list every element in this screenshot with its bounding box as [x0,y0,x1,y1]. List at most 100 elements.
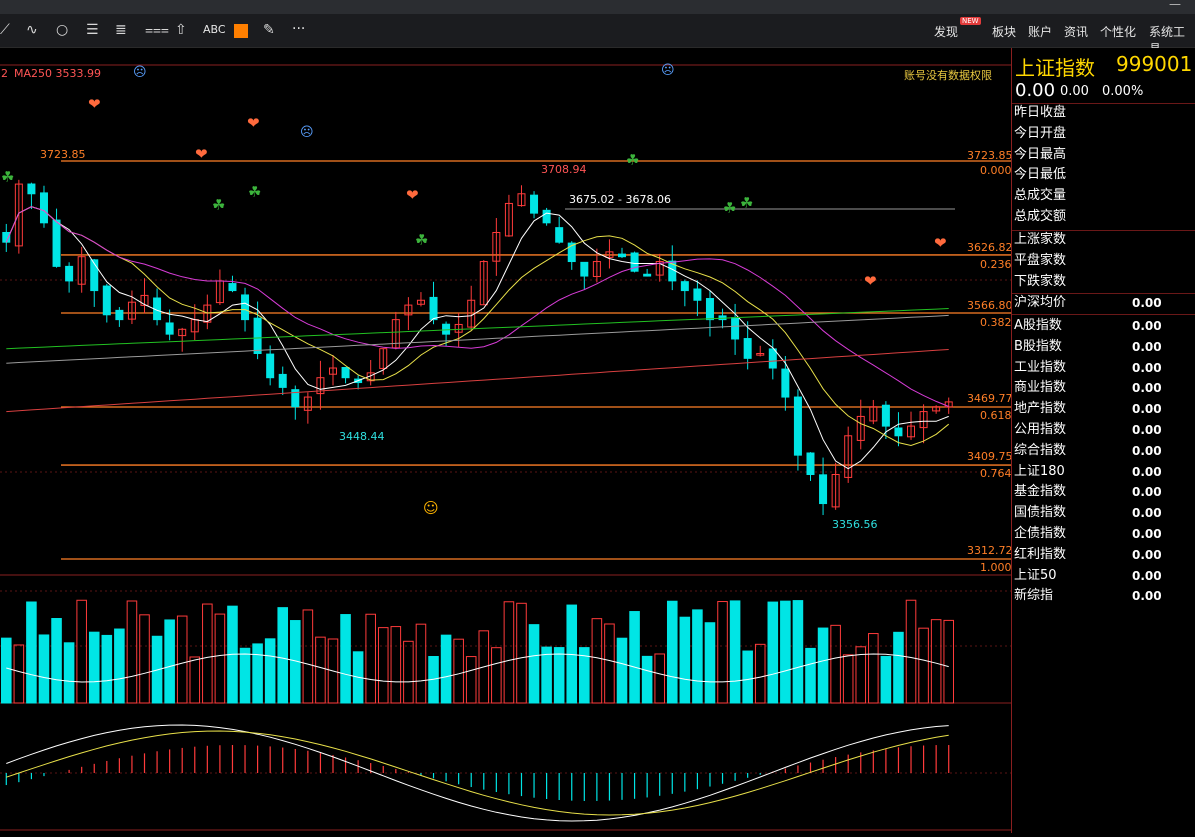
fib-ratio-3: 0.618 [980,409,1012,422]
kline-chart[interactable] [0,48,1011,833]
breadth-row-label: 平盘家数 [1014,253,1067,268]
ma5-line [5,206,949,470]
volume-bar [830,624,841,704]
heart-icon: ❤ [195,145,208,163]
quote-row-label: 今日开盘 [1014,126,1067,141]
index-row-label[interactable]: 公用指数 [1014,420,1066,440]
volume-bar [792,600,804,704]
parallel-tool-icon[interactable]: ≣ [115,22,127,38]
arrow-up-tool-icon[interactable]: ⇧ [175,22,187,38]
index-row-label[interactable]: A股指数 [1014,316,1062,336]
candle-body [253,317,262,354]
more-tools-button[interactable]: ··· [292,21,305,37]
menu-account[interactable]: 账户 [1028,23,1052,40]
fib-price-5: 3312.72 [967,544,1013,557]
money-bag-icon: ☘ [723,199,737,217]
volume-bar [905,599,917,704]
volume-bar [805,647,816,704]
ma-prefix-label: 2 [1,67,8,80]
index-row-label[interactable]: 工业指数 [1014,358,1066,378]
quote-row-label: 总成交额 [1014,209,1067,224]
volume-bar [717,601,728,704]
volume-bar [516,602,527,704]
index-row-label[interactable]: 综合指数 [1014,441,1066,461]
index-row-label[interactable]: 上证180 [1014,462,1065,482]
index-row-label[interactable]: 新综指 [1014,586,1053,606]
quote-row-label: 今日最高 [1014,147,1067,162]
candle-body [65,265,74,282]
kline-chart-area[interactable]: 2 MA250 3533.99 账号没有数据权限 3723.85 3708.94… [0,48,1013,833]
candle-body [768,348,777,369]
volume-bar [377,627,389,704]
volume-bar [26,601,37,704]
quote-row-label: 今日最低 [1014,167,1067,182]
cold-face-icon: ☹ [661,63,675,78]
candle-body [341,366,350,379]
fib-ratio-2: 0.382 [980,316,1012,329]
minimize-button[interactable]: — [1169,0,1181,11]
color-picker-button[interactable] [234,23,248,38]
index-row-value: 0.00 [1132,527,1162,541]
fib-price-3: 3469.77 [967,392,1013,405]
candle-body [115,309,124,321]
candle-body [731,317,740,340]
candle-body [39,192,48,224]
circle-tool-icon[interactable]: ○ [56,22,68,38]
cold-face-icon: ☹ [300,125,314,140]
volume-bar [139,614,150,704]
menu-news[interactable]: 资讯 [1064,23,1088,40]
volume-bar [842,654,854,704]
fibonacci-tool-icon[interactable]: ⩶ [145,22,169,38]
candle-body [580,261,589,277]
volume-bar [893,631,904,704]
channel-tool-icon[interactable]: ☰ [86,22,99,38]
candle-body [555,227,564,243]
eraser-tool-icon[interactable]: ✎ [263,22,275,38]
volume-bar [591,618,603,704]
volume-bar [13,644,25,704]
volume-bar [202,603,213,704]
polyline-tool-icon[interactable]: ∿ [26,22,38,38]
index-row-label[interactable]: 上证50 [1014,566,1057,586]
candle-body [530,194,539,214]
volume-bar [214,613,226,704]
candle-body [743,338,752,359]
menu-sectors[interactable]: 板块 [992,23,1016,40]
candle-body [165,322,174,335]
range-measure-label: 3675.02 - 3678.06 [569,193,671,206]
index-row-label[interactable]: B股指数 [1014,337,1062,357]
index-row-value: 0.00 [1132,361,1162,375]
candle-body [693,288,702,301]
ma20-line [5,206,949,407]
ma60-line [6,308,949,350]
smiley-icon: ☺ [423,499,439,517]
candle-body [806,452,815,476]
menu-discover[interactable]: 发现 [934,23,958,40]
menu-personalize[interactable]: 个性化 [1100,23,1136,40]
text-tool-button[interactable]: ABC [203,23,226,36]
volume-bar [780,600,791,704]
price-change-pct: 0.00% [1102,84,1144,99]
index-row-label[interactable]: 商业指数 [1014,378,1066,398]
money-bag-icon: ☘ [248,183,262,201]
volume-bar [453,638,464,704]
index-row-label[interactable]: 基金指数 [1014,482,1066,502]
candle-body [241,294,250,321]
peak-price-label: 3708.94 [541,163,587,176]
candle-body [27,183,36,195]
index-row-value: 0.00 [1132,465,1162,479]
index-row-value: 0.00 [1132,589,1162,603]
fib-price-0: 3723.85 [967,149,1013,162]
volume-bar [176,615,188,704]
index-code: 999001 [1116,52,1193,76]
index-row-value: 0.00 [1132,548,1162,562]
line-tool-icon[interactable]: ⟋ [0,22,10,38]
quote-row-label: 昨日收盘 [1014,105,1067,120]
volume-bar [641,655,653,704]
candle-body [680,281,689,292]
index-row-label[interactable]: 红利指数 [1014,545,1066,565]
index-row-label[interactable]: 地产指数 [1014,399,1066,419]
index-row-label[interactable]: 企债指数 [1014,524,1066,544]
index-row-label[interactable]: 国债指数 [1014,503,1066,523]
candle-body [781,368,790,398]
